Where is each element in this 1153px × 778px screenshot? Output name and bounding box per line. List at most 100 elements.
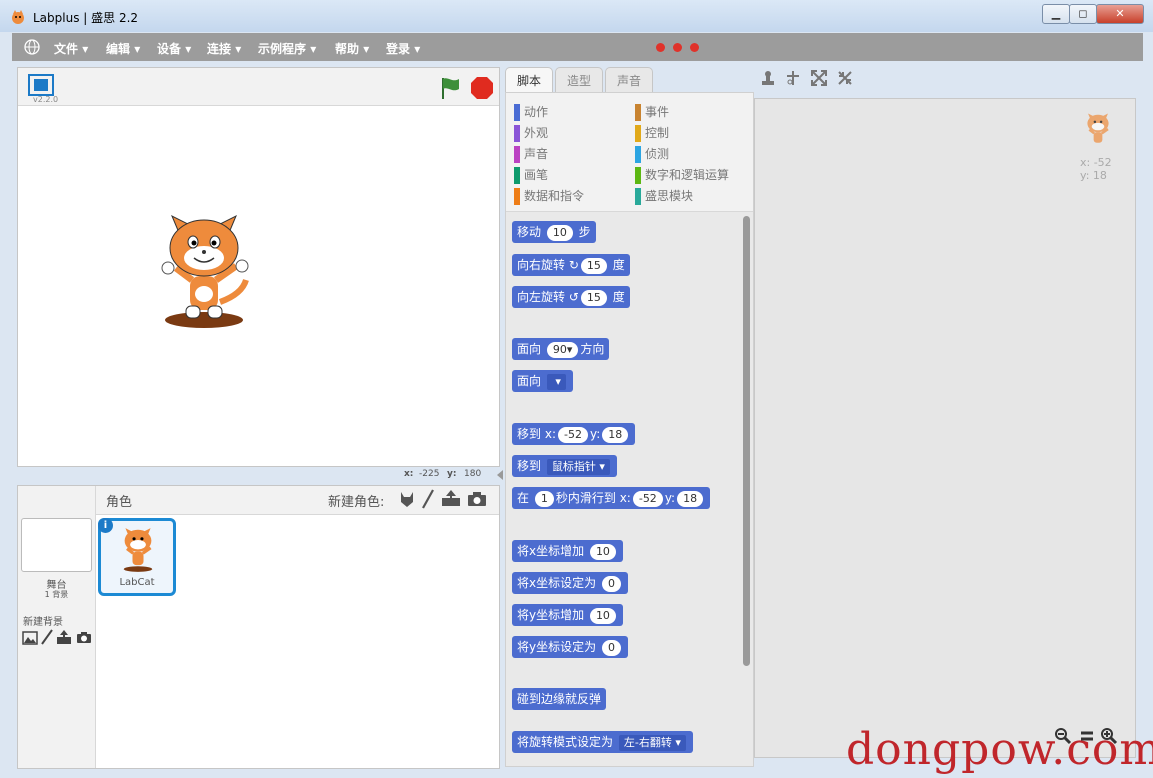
sprites-title: 角色 bbox=[106, 495, 133, 510]
block-turn-right[interactable]: 向右旋转 ↻ 15 度 bbox=[512, 254, 630, 276]
grow-icon[interactable] bbox=[811, 70, 827, 86]
duplicate-stamp-icon[interactable] bbox=[760, 70, 776, 86]
block-goto-target[interactable]: 移到 鼠标指针 ▾ bbox=[512, 455, 617, 477]
swatch bbox=[514, 146, 520, 163]
swatch bbox=[635, 125, 641, 142]
swatch bbox=[514, 188, 520, 205]
category-sensing[interactable]: 侦测 bbox=[635, 145, 669, 163]
menu-file[interactable]: 文件 ▾ bbox=[54, 40, 88, 57]
stage-column: 舞台 1 背景 新建背景 bbox=[18, 486, 96, 768]
shrink-icon[interactable] bbox=[837, 70, 853, 86]
category-labplus[interactable]: 盛思模块 bbox=[635, 187, 693, 205]
stage-coordinates: x: -225 y: 180 bbox=[404, 469, 482, 479]
menu-help[interactable]: 帮助 ▾ bbox=[335, 40, 369, 57]
swatch bbox=[635, 146, 641, 163]
swatch bbox=[514, 125, 520, 142]
category-pen[interactable]: 画笔 bbox=[514, 166, 548, 184]
paint-backdrop-icon[interactable] bbox=[40, 629, 54, 645]
block-turn-left[interactable]: 向左旋转 ↺ 15 度 bbox=[512, 286, 630, 308]
block-set-y[interactable]: 将y坐标设定为 0 bbox=[512, 636, 628, 658]
menu-examples[interactable]: 示例程序 ▾ bbox=[258, 40, 316, 57]
block-palette: 动作 外观 声音 画笔 数据和指令 事件 控制 侦测 数字和逻辑运算 盛思模块 … bbox=[505, 92, 754, 767]
sprite-header: 角色 新建角色: bbox=[96, 486, 499, 515]
app-icon bbox=[12, 10, 24, 24]
tab-costumes[interactable]: 造型 bbox=[555, 67, 603, 94]
maximize-icon: ◻ bbox=[1078, 7, 1088, 20]
menu-device[interactable]: 设备 ▾ bbox=[157, 40, 191, 57]
category-sound[interactable]: 声音 bbox=[514, 145, 548, 163]
maximize-button[interactable]: ◻ bbox=[1069, 4, 1097, 24]
block-rotation-style[interactable]: 将旋转模式设定为 左-右翻转 ▾ bbox=[512, 731, 693, 753]
swatch bbox=[514, 104, 520, 121]
window-title: Labplus | 盛思 2.2 bbox=[33, 11, 139, 25]
palette-scrollbar[interactable] bbox=[743, 216, 750, 666]
script-area[interactable] bbox=[754, 98, 1136, 758]
watermark: dongpow.com bbox=[846, 724, 1153, 775]
rotate-ccw-icon: ↺ bbox=[568, 290, 579, 304]
collapse-arrow-icon[interactable] bbox=[497, 470, 503, 480]
stage-thumbnail[interactable] bbox=[21, 518, 92, 572]
menu-login[interactable]: 登录 ▾ bbox=[386, 40, 420, 57]
title-bar: Labplus | 盛思 2.2 ▁ ◻ ✕ bbox=[0, 0, 1153, 32]
tab-sounds[interactable]: 声音 bbox=[605, 67, 653, 94]
labcat-sprite[interactable] bbox=[156, 208, 252, 330]
camera-sprite-icon[interactable] bbox=[467, 491, 487, 507]
sprite-tile-labcat[interactable]: i LabCat bbox=[98, 518, 176, 596]
block-change-y[interactable]: 将y坐标增加 10 bbox=[512, 604, 623, 626]
rotate-cw-icon: ↻ bbox=[568, 258, 579, 272]
backdrop-library-icon[interactable] bbox=[22, 631, 38, 645]
labcat-thumbnail bbox=[123, 528, 153, 572]
swatch bbox=[635, 167, 641, 184]
swatch bbox=[514, 167, 520, 184]
close-icon: ✕ bbox=[1115, 7, 1125, 20]
upload-sprite-icon[interactable] bbox=[441, 489, 461, 507]
block-goto-xy[interactable]: 移到 x: -52 y: 18 bbox=[512, 423, 636, 445]
block-bounce[interactable]: 碰到边缘就反弹 bbox=[512, 688, 607, 710]
category-motion[interactable]: 动作 bbox=[514, 103, 548, 121]
category-control[interactable]: 控制 bbox=[635, 124, 669, 142]
block-point-towards[interactable]: 面向 ▾ bbox=[512, 370, 573, 392]
sprite-name: LabCat bbox=[119, 577, 155, 588]
block-point-direction[interactable]: 面向 90▾ 方向 bbox=[512, 338, 610, 360]
category-list: 动作 外观 声音 画笔 数据和指令 事件 控制 侦测 数字和逻辑运算 盛思模块 bbox=[506, 93, 753, 212]
delete-scissors-icon[interactable] bbox=[785, 70, 801, 86]
paint-sprite-icon[interactable] bbox=[421, 489, 435, 509]
block-glide[interactable]: 在 1 秒内滑行到 x: -52 y: 18 bbox=[512, 487, 711, 509]
menu-connect[interactable]: 连接 ▾ bbox=[207, 40, 241, 57]
category-looks[interactable]: 外观 bbox=[514, 124, 548, 142]
sprite-x-readout: x: -52 bbox=[1080, 156, 1112, 169]
version-label: v2.2.0 bbox=[33, 95, 59, 104]
stop-icon[interactable] bbox=[470, 76, 494, 100]
sprite-y-readout: y: 18 bbox=[1080, 169, 1107, 182]
category-events[interactable]: 事件 bbox=[635, 103, 669, 121]
block-move-steps[interactable]: 移动 10 步 bbox=[512, 221, 596, 243]
status-dot bbox=[656, 43, 665, 52]
close-button[interactable]: ✕ bbox=[1096, 4, 1144, 24]
tab-scripts[interactable]: 脚本 bbox=[505, 67, 553, 94]
fullscreen-icon[interactable] bbox=[28, 74, 54, 96]
info-icon[interactable]: i bbox=[98, 518, 113, 533]
sprite-pane: 舞台 1 背景 新建背景 角色 新建角色: i LabCat bbox=[17, 485, 500, 769]
camera-backdrop-icon[interactable] bbox=[76, 631, 92, 644]
minimize-icon: ▁ bbox=[1051, 7, 1061, 20]
upload-backdrop-icon[interactable] bbox=[56, 629, 72, 645]
block-change-x[interactable]: 将x坐标增加 10 bbox=[512, 540, 623, 562]
status-dot bbox=[690, 43, 699, 52]
stage-header: v2.2.0 bbox=[18, 68, 499, 106]
minimize-button[interactable]: ▁ bbox=[1042, 4, 1070, 24]
green-flag-icon[interactable] bbox=[438, 76, 462, 100]
sprite-library-icon[interactable] bbox=[398, 490, 416, 508]
swatch bbox=[635, 188, 641, 205]
block-set-x[interactable]: 将x坐标设定为 0 bbox=[512, 572, 628, 594]
category-operators[interactable]: 数字和逻辑运算 bbox=[635, 166, 729, 184]
category-data[interactable]: 数据和指令 bbox=[514, 187, 584, 205]
swatch bbox=[635, 104, 641, 121]
backdrop-count: 1 背景 bbox=[44, 590, 69, 599]
new-sprite-label: 新建角色: bbox=[328, 495, 385, 510]
new-backdrop-label: 新建背景 bbox=[23, 617, 63, 628]
menu-bar: 文件 ▾ 编辑 ▾ 设备 ▾ 连接 ▾ 示例程序 ▾ 帮助 ▾ 登录 ▾ bbox=[12, 33, 1143, 61]
status-dot bbox=[673, 43, 682, 52]
menu-edit[interactable]: 编辑 ▾ bbox=[106, 40, 140, 57]
stage[interactable]: v2.2.0 bbox=[17, 67, 500, 467]
globe-icon[interactable] bbox=[24, 39, 40, 55]
